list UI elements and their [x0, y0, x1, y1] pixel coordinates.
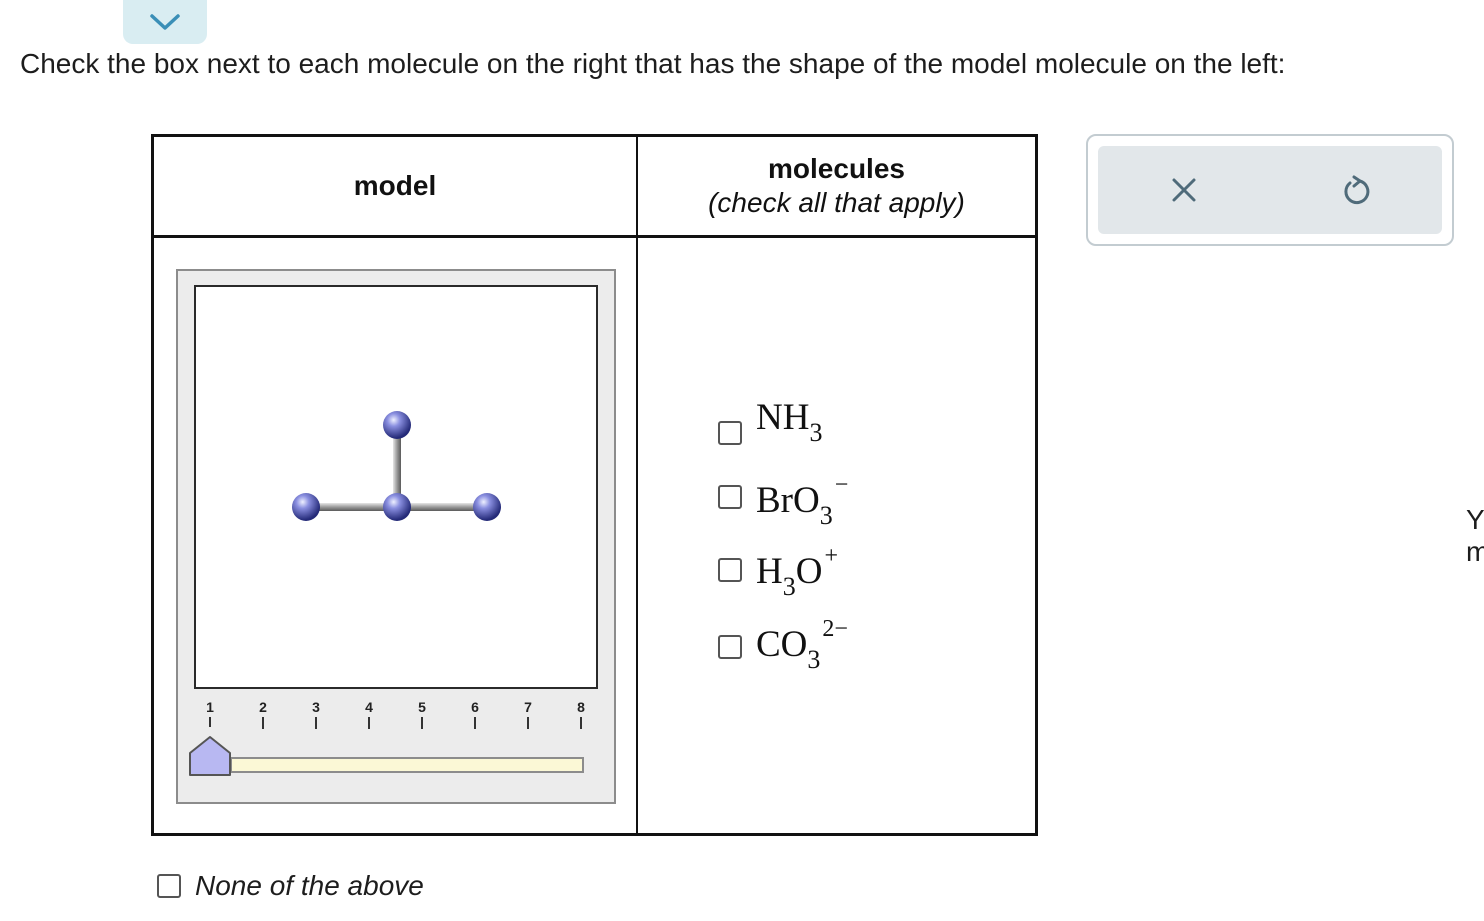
question-table: model molecules (check all that apply) 1… — [151, 134, 1038, 836]
header-divider — [154, 235, 1035, 238]
checkbox[interactable] — [718, 421, 742, 445]
action-panel — [1086, 134, 1454, 246]
atom-right — [473, 493, 501, 521]
slider-tick[interactable]: 1 — [200, 699, 220, 727]
molecules-header-title: molecules — [768, 153, 905, 184]
model-viewer: 1 2 3 4 5 6 7 8 — [176, 269, 616, 804]
formula-bro3-minus: BrO3− — [756, 472, 849, 530]
slider-tick[interactable]: 3 — [306, 699, 326, 729]
reset-button[interactable] — [1336, 170, 1376, 210]
chevron-down-icon — [150, 14, 180, 30]
instruction-text: Check the box next to each molecule on t… — [20, 48, 1286, 79]
slider-tick[interactable]: 2 — [253, 699, 273, 729]
checkbox[interactable] — [157, 874, 181, 898]
choice-nh3[interactable]: NH3 — [718, 399, 822, 446]
slider-tick-label: 8 — [577, 699, 585, 715]
slider-tick[interactable]: 8 — [571, 699, 591, 729]
collapse-toggle-button[interactable] — [123, 0, 207, 44]
none-of-the-above-option[interactable]: None of the above — [157, 870, 424, 902]
slider-tick-label: 5 — [418, 699, 426, 715]
molecules-header: molecules (check all that apply) — [638, 137, 1035, 235]
slider-tick-label: 4 — [365, 699, 373, 715]
t-shaped-molecule-model — [292, 411, 501, 521]
slider-tick-label: 6 — [471, 699, 479, 715]
atom-top — [383, 411, 411, 439]
undo-icon — [1344, 175, 1370, 205]
molecule-3d-canvas[interactable] — [194, 285, 598, 689]
slider-handle[interactable] — [188, 733, 232, 777]
formula-nh3: NH3 — [756, 397, 823, 447]
choice-bro3-minus[interactable]: BrO3− — [718, 473, 848, 529]
formula-h3o-plus: H3O+ — [756, 543, 839, 601]
atom-center — [383, 493, 411, 521]
slider-tick[interactable]: 6 — [465, 699, 485, 729]
model-header: model — [353, 170, 437, 201]
slider-tick[interactable]: 5 — [412, 699, 432, 729]
slider-tick-label: 7 — [524, 699, 532, 715]
formula-co3-2minus: CO32− — [756, 616, 848, 674]
x-icon — [1172, 178, 1196, 202]
slider-tick-label: 2 — [259, 699, 267, 715]
slider-tick-label: 3 — [312, 699, 320, 715]
checkbox[interactable] — [718, 485, 742, 509]
choice-h3o-plus[interactable]: H3O+ — [718, 544, 838, 600]
column-divider — [636, 137, 638, 833]
clipped-side-text: Y m — [1466, 504, 1484, 567]
slider-track[interactable] — [230, 757, 584, 773]
slider-tick[interactable]: 4 — [359, 699, 379, 729]
molecules-header-subtitle: (check all that apply) — [708, 187, 965, 218]
none-of-the-above-label: None of the above — [195, 870, 424, 901]
checkbox[interactable] — [718, 635, 742, 659]
action-bar — [1098, 146, 1442, 234]
slider-tick-label: 1 — [206, 699, 214, 715]
checkbox[interactable] — [718, 558, 742, 582]
clear-button[interactable] — [1164, 170, 1204, 210]
slider-tick[interactable]: 7 — [518, 699, 538, 729]
atom-left — [292, 493, 320, 521]
model-slider[interactable]: 1 2 3 4 5 6 7 8 — [178, 699, 614, 799]
choice-co3-2minus[interactable]: CO32− — [718, 617, 848, 673]
